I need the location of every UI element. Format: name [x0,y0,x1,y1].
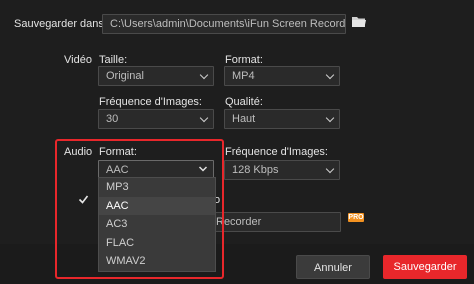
video-section-label: Vidéo [64,54,92,66]
video-fps-label: Fréquence d'Images: [99,96,202,108]
video-size-dropdown[interactable]: Original [98,66,214,86]
folder-icon[interactable] [352,16,366,28]
highlight-box [55,139,224,279]
video-size-label: Taille: [99,54,128,66]
save-path-input[interactable]: C:\Users\admin\Documents\iFun Screen Rec… [102,14,346,34]
video-format-dropdown[interactable]: MP4 [224,66,340,86]
obscured-path-input[interactable]: Recorder [205,212,341,232]
cancel-button[interactable]: Annuler [296,255,370,279]
pro-badge: PRO [348,213,364,222]
save-path-label: Sauvegarder dans: [14,18,107,30]
video-format-label: Format: [225,54,263,66]
video-quality-label: Qualité: [225,96,263,108]
audio-fps-label: Fréquence d'Images: [225,146,328,158]
video-fps-dropdown[interactable]: 30 [98,109,214,129]
save-button[interactable]: Sauvegarder [383,255,467,279]
video-quality-dropdown[interactable]: Haut [224,109,340,129]
audio-fps-dropdown[interactable]: 128 Kbps [224,160,340,180]
